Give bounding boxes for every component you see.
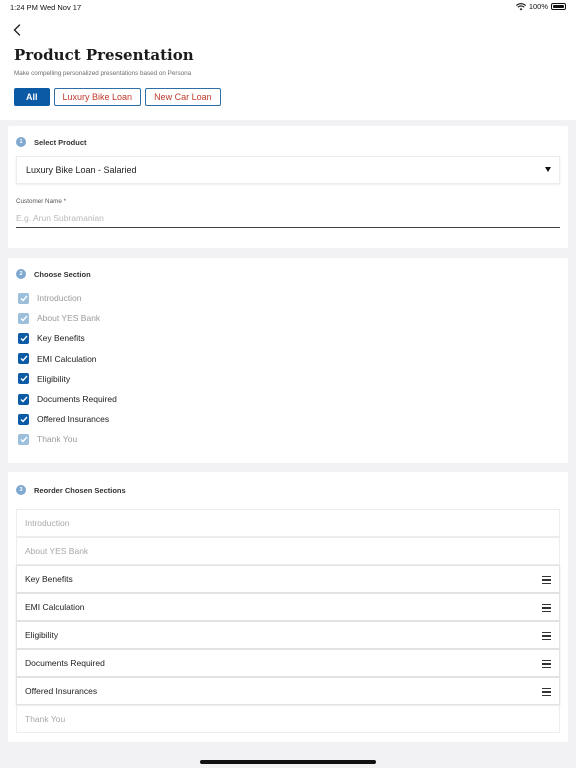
drag-handle-icon[interactable] (542, 688, 551, 696)
checkbox-label: Eligibility (37, 373, 71, 384)
drag-handle-icon[interactable] (542, 660, 551, 668)
customer-name-label: Customer Name * (16, 198, 67, 205)
checkbox-label: About YES Bank (37, 313, 101, 324)
checkmark-icon (20, 396, 28, 403)
select-product-title: Select Product (34, 137, 87, 147)
reorder-item-key-benefits[interactable]: Key Benefits (16, 565, 560, 593)
drag-handle-icon[interactable] (542, 632, 551, 640)
checkbox-label: Thank You (37, 434, 78, 445)
section-checkbox-thank-you: Thank You (18, 429, 117, 449)
reorder-item-eligibility[interactable]: Eligibility (16, 621, 560, 649)
chevron-left-icon (13, 24, 21, 36)
reorder-item-label: Offered Insurances (25, 686, 98, 696)
checkmark-icon (20, 375, 28, 382)
wifi-icon (515, 2, 526, 10)
section-checkbox-eligibility[interactable]: Eligibility (18, 369, 117, 389)
product-filter-tabs: All Luxury Bike Loan New Car Loan (14, 88, 221, 106)
choose-section-header: 2 Choose Section (16, 269, 91, 279)
checkmark-icon (20, 295, 28, 302)
status-date: Wed Nov 17 (40, 3, 82, 12)
select-product-card: 1 Select Product Luxury Bike Loan - Sala… (8, 126, 568, 248)
caret-down-icon (545, 167, 551, 172)
product-dropdown[interactable]: Luxury Bike Loan - Salaried (16, 156, 560, 184)
reorder-item-offered-insurances[interactable]: Offered Insurances (16, 677, 560, 705)
reorder-item-introduction: Introduction (16, 509, 560, 537)
section-checkbox-emi-calculation[interactable]: EMI Calculation (18, 349, 117, 369)
checkbox-label: EMI Calculation (37, 353, 97, 364)
reorder-item-label: Introduction (25, 518, 70, 528)
reorder-list: Introduction About YES Bank Key Benefits… (16, 509, 560, 733)
checkbox-label: Documents Required (37, 394, 117, 405)
checkmark-icon (20, 355, 28, 362)
reorder-item-thank-you: Thank You (16, 705, 560, 733)
battery-icon (551, 3, 566, 10)
status-right: 100% (515, 2, 566, 11)
section-checkbox-introduction: Introduction (18, 288, 117, 308)
checkbox (18, 312, 29, 324)
filter-chip-new-car-loan[interactable]: New Car Loan (145, 88, 221, 106)
page-subtitle: Make compelling personalized presentatio… (14, 70, 192, 77)
checkbox[interactable] (18, 393, 29, 405)
reorder-item-label: Documents Required (25, 658, 105, 668)
choose-section-card: 2 Choose Section Introduction About YES … (8, 258, 568, 463)
checkmark-icon (20, 335, 28, 342)
section-checkbox-list: Introduction About YES Bank Key Benefits… (18, 288, 117, 450)
status-time: 1:24 PM (10, 3, 38, 12)
drag-handle-icon[interactable] (542, 576, 551, 584)
home-indicator[interactable] (200, 760, 376, 764)
reorder-item-label: EMI Calculation (25, 602, 85, 612)
back-button[interactable] (8, 21, 26, 39)
step-number-badge: 3 (16, 485, 26, 495)
reorder-item-emi-calculation[interactable]: EMI Calculation (16, 593, 560, 621)
section-checkbox-documents-required[interactable]: Documents Required (18, 389, 117, 409)
checkbox-label: Offered Insurances (37, 414, 110, 425)
checkmark-icon (20, 436, 28, 443)
status-bar: 1:24 PM Wed Nov 17 100% (0, 0, 576, 14)
section-checkbox-offered-insurances[interactable]: Offered Insurances (18, 409, 117, 429)
page-title: Product Presentation (14, 46, 194, 64)
page-header: Product Presentation Make compelling per… (0, 14, 576, 120)
filter-chip-all[interactable]: All (14, 88, 50, 106)
step-number-badge: 1 (16, 137, 26, 147)
section-checkbox-key-benefits[interactable]: Key Benefits (18, 328, 117, 348)
filter-chip-luxury-bike-loan[interactable]: Luxury Bike Loan (53, 88, 142, 106)
battery-percent: 100% (528, 2, 548, 11)
reorder-sections-header: 3 Reorder Chosen Sections (16, 485, 126, 495)
step-number-badge: 2 (16, 269, 26, 279)
reorder-item-documents-required[interactable]: Documents Required (16, 649, 560, 677)
checkbox (18, 292, 29, 304)
choose-section-title: Choose Section (34, 269, 91, 279)
reorder-item-label: Key Benefits (25, 574, 73, 584)
drag-handle-icon[interactable] (542, 604, 551, 612)
checkmark-icon (20, 315, 28, 322)
checkbox-label: Introduction (37, 293, 82, 304)
checkbox[interactable] (18, 373, 29, 385)
product-dropdown-value: Luxury Bike Loan - Salaried (26, 165, 137, 175)
checkbox (18, 433, 29, 445)
checkbox-label: Key Benefits (37, 333, 85, 344)
reorder-sections-title: Reorder Chosen Sections (34, 485, 126, 495)
reorder-sections-card: 3 Reorder Chosen Sections Introduction A… (8, 472, 568, 742)
reorder-item-about-yes-bank: About YES Bank (16, 537, 560, 565)
section-checkbox-about-yes-bank: About YES Bank (18, 308, 117, 328)
reorder-item-label: About YES Bank (25, 546, 89, 556)
checkbox[interactable] (18, 413, 29, 425)
reorder-item-label: Thank You (25, 714, 66, 724)
checkmark-icon (20, 416, 28, 423)
customer-name-input[interactable] (16, 208, 560, 228)
checkbox[interactable] (18, 332, 29, 344)
checkbox[interactable] (18, 353, 29, 365)
select-product-header: 1 Select Product (16, 137, 87, 147)
reorder-item-label: Eligibility (25, 630, 59, 640)
